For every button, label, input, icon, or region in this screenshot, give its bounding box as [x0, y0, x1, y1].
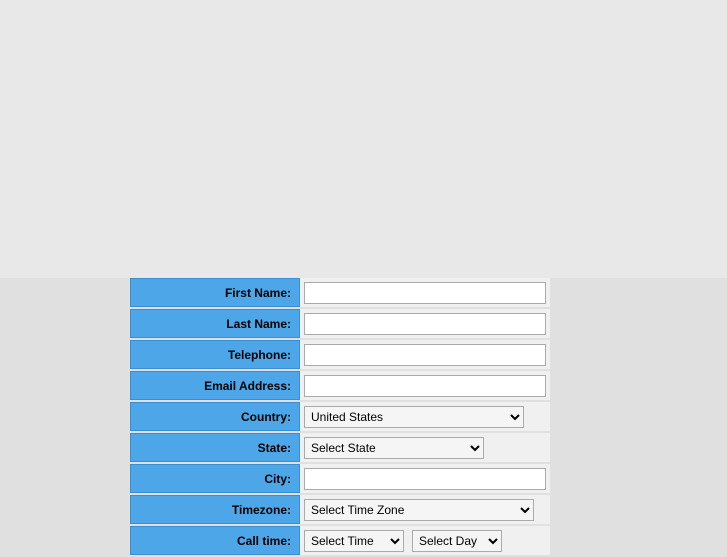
timezone-select[interactable]: Select Time Zone: [304, 499, 534, 521]
city-label: City:: [130, 464, 300, 493]
email-row: Email Address:: [130, 371, 550, 400]
top-area: [0, 0, 727, 278]
first-name-field: [300, 278, 550, 307]
day-select[interactable]: Select Day: [412, 530, 502, 552]
timezone-label: Timezone:: [130, 495, 300, 524]
country-select[interactable]: United States: [304, 406, 524, 428]
telephone-input[interactable]: [304, 344, 546, 366]
first-name-row: First Name:: [130, 278, 550, 307]
form-container: First Name: Last Name: Telephone: Email …: [130, 278, 550, 557]
last-name-input[interactable]: [304, 313, 546, 335]
last-name-field: [300, 309, 550, 338]
call-time-field: Select Time Select Day: [300, 526, 550, 555]
email-label: Email Address:: [130, 371, 300, 400]
time-select[interactable]: Select Time: [304, 530, 404, 552]
country-row: Country: United States: [130, 402, 550, 431]
email-field: [300, 371, 550, 400]
city-input[interactable]: [304, 468, 546, 490]
first-name-input[interactable]: [304, 282, 546, 304]
country-label: Country:: [130, 402, 300, 431]
timezone-row: Timezone: Select Time Zone: [130, 495, 550, 524]
state-field: Select State: [300, 433, 550, 462]
call-time-label: Call time:: [130, 526, 300, 555]
state-select[interactable]: Select State: [304, 437, 484, 459]
country-field: United States: [300, 402, 550, 431]
email-input[interactable]: [304, 375, 546, 397]
last-name-row: Last Name:: [130, 309, 550, 338]
state-row: State: Select State: [130, 433, 550, 462]
telephone-row: Telephone:: [130, 340, 550, 369]
call-time-row: Call time: Select Time Select Day: [130, 526, 550, 555]
first-name-label: First Name:: [130, 278, 300, 307]
telephone-label: Telephone:: [130, 340, 300, 369]
state-label: State:: [130, 433, 300, 462]
city-field: [300, 464, 550, 493]
timezone-field: Select Time Zone: [300, 495, 550, 524]
last-name-label: Last Name:: [130, 309, 300, 338]
telephone-field: [300, 340, 550, 369]
city-row: City:: [130, 464, 550, 493]
